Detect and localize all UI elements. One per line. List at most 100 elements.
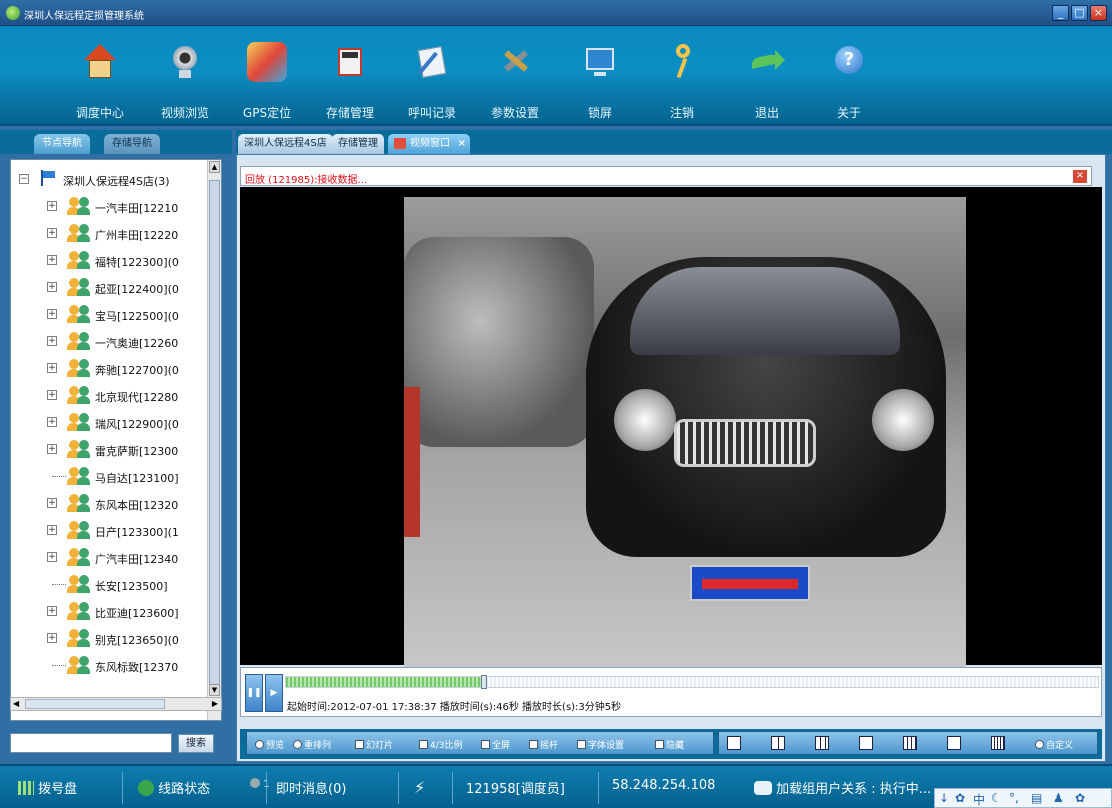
layout-8-icon[interactable] — [947, 736, 961, 750]
expand-icon[interactable]: + — [47, 282, 57, 292]
tree-item[interactable]: + 一汽奥迪[12260 — [11, 328, 211, 355]
expand-icon[interactable]: + — [47, 498, 57, 508]
toolbar-dispatch-center[interactable]: 调度中心 — [55, 38, 145, 124]
tree-item[interactable]: + 日产[123300](1 — [11, 517, 211, 544]
expand-icon[interactable]: + — [47, 228, 57, 238]
tree-item[interactable]: + 广汽丰田[12340 — [11, 544, 211, 571]
option-6[interactable]: 字体设置 — [577, 738, 624, 751]
tree-item[interactable]: 东风标致[12370 — [11, 652, 211, 679]
expand-icon[interactable]: + — [47, 525, 57, 535]
expand-icon[interactable]: + — [47, 552, 57, 562]
tab-node-nav[interactable]: 节点导航 — [34, 134, 90, 154]
instant-message[interactable]: 即时消息(0) — [276, 778, 346, 797]
tree-item[interactable]: 马自达[123100] — [11, 463, 211, 490]
tree-item[interactable]: + 东风本田[12320 — [11, 490, 211, 517]
progress-knob[interactable] — [480, 675, 487, 689]
playback-progress[interactable] — [285, 675, 1099, 689]
option-2[interactable]: 幻灯片 — [355, 738, 393, 751]
collapse-icon[interactable]: − — [19, 174, 29, 184]
close-tab-icon[interactable]: × — [458, 134, 466, 154]
option-1[interactable]: 重排列 — [293, 738, 331, 751]
tree-item-label: 日产[123300](1 — [95, 526, 179, 539]
toolbar-gps[interactable]: GPS定位 — [222, 38, 312, 124]
tree-vertical-scrollbar[interactable]: ▲ ▼ — [207, 160, 221, 720]
option-7[interactable]: 隐藏 — [655, 738, 684, 751]
paw-icon[interactable]: ✿ — [955, 791, 965, 805]
tree-horizontal-scrollbar[interactable]: ◀ ▶ — [10, 697, 222, 711]
scroll-left-icon[interactable]: ◀ — [13, 699, 19, 708]
tree-root[interactable]: − 深圳人保远程4S店(3) — [11, 166, 211, 193]
tab-4s-store[interactable]: 深圳人保远程4S店 — [238, 134, 333, 154]
option-3[interactable]: 4/3比例 — [419, 738, 463, 751]
tree-item[interactable]: + 北京现代[12280 — [11, 382, 211, 409]
expand-icon[interactable]: + — [47, 201, 57, 211]
punctuation-icon[interactable]: °, — [1009, 791, 1019, 805]
gear-icon[interactable]: ✿ — [1075, 791, 1085, 805]
option-5[interactable]: 摇杆 — [529, 738, 558, 751]
expand-icon[interactable]: + — [47, 444, 57, 454]
tab-storage-nav[interactable]: 存储导航 — [104, 134, 160, 154]
option-0[interactable]: 预览 — [255, 738, 284, 751]
expand-icon[interactable]: + — [47, 633, 57, 643]
play-button[interactable]: ▶ — [265, 674, 283, 712]
scroll-down-icon[interactable]: ▼ — [209, 684, 220, 696]
scroll-up-icon[interactable]: ▲ — [209, 161, 220, 173]
toolbar-settings[interactable]: 参数设置 — [470, 38, 560, 124]
toolbar-about[interactable]: ? 关于 — [804, 38, 894, 124]
download-icon[interactable]: ↓ — [939, 791, 949, 805]
option-4[interactable]: 全屏 — [481, 738, 510, 751]
expand-icon[interactable]: + — [47, 390, 57, 400]
maximize-button[interactable]: □ — [1071, 5, 1088, 21]
search-button[interactable]: 搜索 — [178, 734, 214, 753]
scroll-right-icon[interactable]: ▶ — [212, 699, 218, 708]
tree-item[interactable]: + 瑞风[122900](0 — [11, 409, 211, 436]
pause-button[interactable]: ❚❚ — [245, 674, 263, 712]
tree-item[interactable]: + 起亚[122400](0 — [11, 274, 211, 301]
tree-item[interactable]: + 广州丰田[12220 — [11, 220, 211, 247]
layout-1-icon[interactable] — [727, 736, 741, 750]
tree-item[interactable]: + 雷克萨斯[12300 — [11, 436, 211, 463]
close-video-button[interactable]: × — [1073, 170, 1087, 183]
tree-item[interactable]: 长安[123500] — [11, 571, 211, 598]
toolbar-storage[interactable]: 存储管理 — [305, 38, 395, 124]
tab-storage-management[interactable]: 存储管理 — [332, 134, 384, 154]
expand-icon[interactable]: + — [47, 417, 57, 427]
minimize-button[interactable]: _ — [1052, 5, 1069, 21]
tree-item[interactable]: + 比亚迪[123600] — [11, 598, 211, 625]
expand-icon[interactable]: + — [47, 606, 57, 616]
user-icon[interactable]: ♟ — [1053, 791, 1064, 805]
toolbar-video-browse[interactable]: 视频浏览 — [140, 38, 230, 124]
expand-icon[interactable]: + — [47, 255, 57, 265]
hscroll-thumb[interactable] — [25, 699, 165, 709]
toolbar-lock-screen[interactable]: 锁屏 — [555, 38, 645, 124]
dialpad-button[interactable]: 拨号盘 — [18, 778, 77, 797]
moon-icon[interactable]: ☾ — [991, 791, 1002, 805]
ime-mode[interactable]: 中 — [973, 791, 985, 808]
line-status[interactable]: 线路状态 — [138, 778, 210, 797]
scroll-thumb[interactable] — [209, 180, 220, 692]
disconnect-icon[interactable]: ⚡ — [414, 778, 425, 797]
search-input[interactable] — [10, 733, 172, 753]
tree-item[interactable]: + 别克[123650](0 — [11, 625, 211, 652]
video-player[interactable] — [240, 187, 1102, 667]
toolbar-exit[interactable]: 退出 — [722, 38, 812, 124]
tree-item[interactable]: + 一汽丰田[12210 — [11, 193, 211, 220]
layout-9-icon[interactable] — [815, 736, 829, 750]
close-button[interactable]: × — [1090, 5, 1107, 21]
layout-16-icon[interactable] — [903, 736, 917, 750]
layout-4-icon[interactable] — [771, 736, 785, 750]
toolbar-call-log[interactable]: 呼叫记录 — [387, 38, 477, 124]
tree-item[interactable]: + 奔驰[122700](0 — [11, 355, 211, 382]
expand-icon[interactable]: + — [47, 309, 57, 319]
expand-icon[interactable]: + — [47, 363, 57, 373]
tab-video-window[interactable]: 视频窗口 × — [388, 134, 470, 154]
layout-25-icon[interactable] — [991, 736, 1005, 750]
layout-6-icon[interactable] — [859, 736, 873, 750]
expand-icon[interactable]: + — [47, 336, 57, 346]
tree-item[interactable]: + 福特[122300](0 — [11, 247, 211, 274]
layout-custom[interactable]: 自定义 — [1035, 738, 1073, 751]
keyboard-icon[interactable]: ▤ — [1031, 791, 1042, 805]
left-panel-tabs: 节点导航 存储导航 — [0, 130, 232, 154]
tree-item[interactable]: + 宝马[122500](0 — [11, 301, 211, 328]
toolbar-logout[interactable]: 注销 — [637, 38, 727, 124]
